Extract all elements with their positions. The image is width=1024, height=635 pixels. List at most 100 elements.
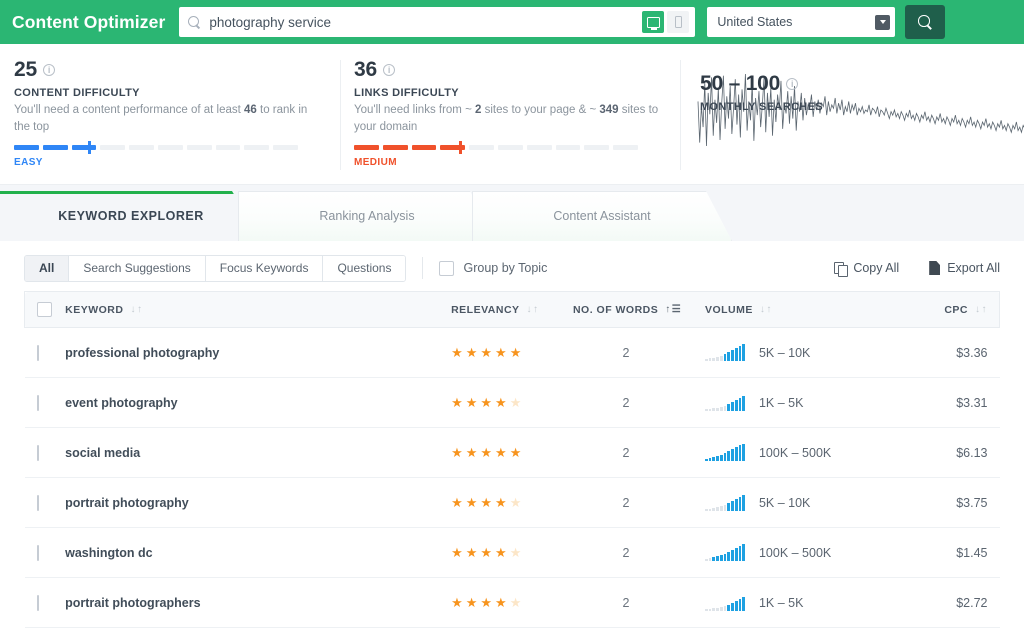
volume-bar xyxy=(716,507,719,511)
keyword-search-container[interactable] xyxy=(179,7,695,37)
volume-bar xyxy=(709,509,712,511)
filter-focus-keywords[interactable]: Focus Keywords xyxy=(206,256,324,281)
tab-label: Ranking Analysis xyxy=(319,209,414,223)
desktop-view-icon[interactable] xyxy=(642,11,664,33)
column-no-of-words-label: NO. OF WORDS xyxy=(573,304,658,316)
row-checkbox[interactable] xyxy=(37,345,39,361)
links-difficulty-metric: 36 i LINKS DIFFICULTY You'll need links … xyxy=(340,44,680,184)
keyword-text[interactable]: portrait photographers xyxy=(65,596,200,610)
mobile-view-icon[interactable] xyxy=(667,11,689,33)
volume-bar xyxy=(716,456,719,461)
sort-icon[interactable]: ↓↑ xyxy=(527,305,539,315)
table-row[interactable]: portrait photographers★★★★★21K – 5K$2.72 xyxy=(25,578,1000,628)
column-relevancy[interactable]: RELEVANCY ↓↑ xyxy=(451,292,573,328)
volume-bar xyxy=(742,344,745,361)
volume-bar xyxy=(720,455,723,461)
search-icon xyxy=(188,16,201,29)
sort-icon[interactable]: ↓↑ xyxy=(130,305,142,315)
star-icon: ★ xyxy=(466,445,478,461)
relevancy-stars: ★★★★★ xyxy=(451,595,573,611)
difficulty-segment xyxy=(527,145,552,150)
star-icon: ★ xyxy=(466,345,478,361)
difficulty-segment xyxy=(244,145,269,150)
keyword-cell: washington dc xyxy=(65,528,451,578)
row-checkbox[interactable] xyxy=(37,395,39,411)
keyword-text[interactable]: washington dc xyxy=(65,546,153,560)
content-difficulty-label: CONTENT DIFFICULTY xyxy=(14,87,326,99)
table-row[interactable]: social media★★★★★2100K – 500K$6.13 xyxy=(25,428,1000,478)
difficulty-segment xyxy=(273,145,298,150)
keyword-text[interactable]: event photography xyxy=(65,396,178,410)
difficulty-segment xyxy=(100,145,125,150)
sort-icon[interactable]: ↓↑ xyxy=(975,305,987,315)
star-icon: ★ xyxy=(510,545,522,561)
info-icon[interactable]: i xyxy=(383,64,395,76)
search-input[interactable] xyxy=(209,15,642,30)
table-row[interactable]: portrait photography★★★★★25K – 10K$3.75 xyxy=(25,478,1000,528)
volume-bar xyxy=(712,557,715,561)
sort-icon-active[interactable]: ↑☰ xyxy=(665,305,681,315)
group-by-topic-checkbox[interactable] xyxy=(439,261,454,276)
keyword-text[interactable]: portrait photography xyxy=(65,496,189,510)
search-submit-button[interactable] xyxy=(905,5,945,39)
chevron-down-icon[interactable] xyxy=(875,15,890,30)
filter-questions[interactable]: Questions xyxy=(323,256,405,281)
volume-bar xyxy=(705,359,708,361)
row-checkbox[interactable] xyxy=(37,445,39,461)
filter-search-suggestions[interactable]: Search Suggestions xyxy=(69,256,205,281)
table-row[interactable]: washington dc★★★★★2100K – 500K$1.45 xyxy=(25,528,1000,578)
info-icon[interactable]: i xyxy=(786,78,798,90)
table-row[interactable]: professional photography★★★★★25K – 10K$3… xyxy=(25,328,1000,378)
tab-label: KEYWORD EXPLORER xyxy=(58,209,204,223)
keyword-cell: portrait photography xyxy=(65,478,451,528)
volume-bar xyxy=(720,607,723,611)
keyword-text[interactable]: professional photography xyxy=(65,346,219,360)
table-body: professional photography★★★★★25K – 10K$3… xyxy=(25,328,1000,628)
row-checkbox[interactable] xyxy=(37,595,39,611)
volume-bar xyxy=(742,544,745,561)
volume-bar xyxy=(731,501,734,511)
column-no-of-words[interactable]: NO. OF WORDS ↑☰ xyxy=(573,292,705,328)
no-of-words-cell: 2 xyxy=(573,528,705,578)
row-checkbox[interactable] xyxy=(37,545,39,561)
star-icon: ★ xyxy=(495,345,507,361)
device-toggle-group xyxy=(642,11,691,33)
column-cpc[interactable]: CPC ↓↑ xyxy=(898,292,1000,328)
table-row[interactable]: event photography★★★★★21K – 5K$3.31 xyxy=(25,378,1000,428)
sort-icon[interactable]: ↓↑ xyxy=(760,305,772,315)
relevancy-cell: ★★★★★ xyxy=(451,478,573,528)
country-select-label: United States xyxy=(717,15,875,29)
column-select-all xyxy=(25,292,66,328)
relevancy-cell: ★★★★★ xyxy=(451,428,573,478)
volume-bar xyxy=(739,346,742,361)
select-all-checkbox[interactable] xyxy=(37,302,52,317)
star-icon: ★ xyxy=(480,445,492,461)
row-checkbox[interactable] xyxy=(37,495,39,511)
volume-bar xyxy=(731,550,734,561)
volume-sparkline xyxy=(705,344,745,361)
cpc-cell: $1.45 xyxy=(898,528,1000,578)
tab-content-assistant[interactable]: Content Assistant xyxy=(472,191,732,241)
filter-all[interactable]: All xyxy=(25,256,69,281)
export-all-button[interactable]: Export All xyxy=(929,261,1000,275)
volume-bar xyxy=(724,505,727,511)
keyword-text[interactable]: social media xyxy=(65,446,140,460)
country-select[interactable]: United States xyxy=(707,7,895,37)
column-keyword-label: KEYWORD xyxy=(65,304,123,316)
main-tab-bar: KEYWORD EXPLORER Ranking Analysis Conten… xyxy=(0,185,1024,241)
volume-bar xyxy=(735,499,738,511)
row-select-cell xyxy=(25,528,66,578)
star-icon: ★ xyxy=(480,595,492,611)
column-volume[interactable]: VOLUME ↓↑ xyxy=(705,292,898,328)
volume-bar xyxy=(742,444,745,461)
tab-ranking-analysis[interactable]: Ranking Analysis xyxy=(238,191,496,241)
star-icon: ★ xyxy=(480,395,492,411)
relevancy-stars: ★★★★★ xyxy=(451,395,573,411)
keyword-cell: portrait photographers xyxy=(65,578,451,628)
links-difficulty-label: LINKS DIFFICULTY xyxy=(354,87,666,99)
difficulty-segment xyxy=(14,145,39,150)
copy-all-button[interactable]: Copy All xyxy=(834,261,899,275)
column-keyword[interactable]: KEYWORD ↓↑ xyxy=(65,292,451,328)
info-icon[interactable]: i xyxy=(43,64,55,76)
tab-keyword-explorer[interactable]: KEYWORD EXPLORER xyxy=(0,191,262,241)
